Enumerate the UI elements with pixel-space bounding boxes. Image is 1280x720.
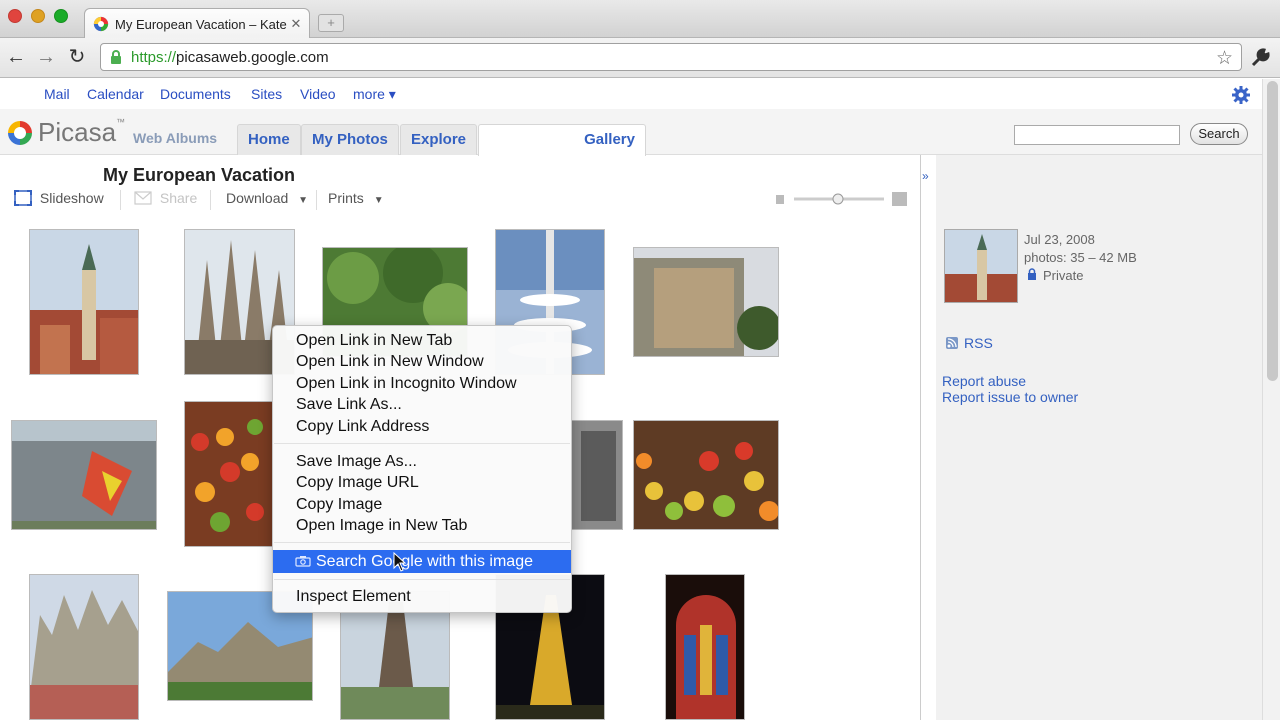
gbar-link-sites[interactable]: Sites [251, 86, 282, 102]
address-bar[interactable]: https:// picasaweb.google.com ☆ [100, 43, 1242, 71]
menu-item-copy-image-url[interactable]: Copy Image URL [273, 472, 571, 493]
photo-thumbnail[interactable] [184, 401, 274, 547]
bookmark-star-icon[interactable]: ☆ [1216, 47, 1233, 70]
prints-menu[interactable]: Prints ▼ [328, 190, 384, 206]
gbar-link-video[interactable]: Video [300, 86, 336, 102]
zoom-window-button[interactable] [54, 9, 68, 23]
album-info: Jul 23, 2008 photos: 35 – 42 MB Private [1024, 231, 1137, 285]
tab-title: My European Vacation – Kate [115, 16, 287, 32]
lock-icon [111, 50, 121, 64]
camera-icon [295, 556, 311, 567]
tab-gallery[interactable]: Gallery [478, 124, 646, 156]
chevron-down-icon: ▼ [373, 195, 384, 206]
album-photo-count: photos: 35 – 42 MB [1024, 250, 1137, 265]
photo-thumbnail[interactable] [633, 420, 779, 530]
slideshow-icon [14, 190, 32, 206]
action-divider [120, 190, 121, 210]
menu-item-search-google-image[interactable]: Search Google with this image [273, 550, 571, 573]
album-date: Jul 23, 2008 [1024, 232, 1095, 247]
photo-thumbnail[interactable] [633, 247, 779, 357]
photo-thumbnail[interactable] [665, 574, 745, 720]
menu-item-save-image-as[interactable]: Save Image As... [273, 451, 571, 472]
page-content: Mail Calendar Documents Sites Video more… [0, 79, 1262, 720]
album-privacy: Private [1024, 267, 1137, 285]
gbar-link-mail[interactable]: Mail [44, 86, 70, 102]
browser-toolbar: ← → ↻ https:// picasaweb.google.com ☆ [0, 38, 1280, 78]
menu-item-open-link-new-window[interactable]: Open Link in New Window [273, 351, 571, 372]
gbar-link-calendar[interactable]: Calendar [87, 86, 144, 102]
back-arrow-icon[interactable]: ← [4, 45, 28, 69]
slideshow-button[interactable]: Slideshow [14, 190, 104, 206]
menu-separator [274, 443, 570, 444]
picasa-pinwheel-icon [8, 120, 32, 145]
context-menu: Open Link in New Tab Open Link in New Wi… [272, 325, 572, 613]
photo-thumbnail[interactable] [29, 574, 139, 720]
picasa-favicon-icon [93, 16, 109, 32]
menu-item-open-link-incognito[interactable]: Open Link in Incognito Window [273, 373, 571, 394]
reload-icon[interactable]: ↻ [65, 45, 89, 69]
photo-thumbnail[interactable] [11, 420, 157, 530]
close-window-button[interactable] [8, 9, 22, 23]
menu-item-open-link-new-tab[interactable]: Open Link in New Tab [273, 330, 571, 351]
report-abuse-link[interactable]: Report abuse [942, 373, 1078, 389]
gbar-link-more[interactable]: more ▾ [353, 86, 396, 103]
album-title: My European Vacation [103, 165, 296, 185]
menu-separator [274, 579, 570, 580]
collapse-arrow-icon[interactable]: » [922, 169, 929, 183]
menu-item-save-link-as[interactable]: Save Link As... [273, 394, 571, 415]
url-scheme: https:// [131, 48, 177, 66]
tab-close-icon[interactable]: ✕ [287, 16, 305, 32]
url-host: picasaweb.google.com [176, 48, 329, 66]
chevron-down-icon: ▼ [298, 195, 309, 206]
album-sidebar: Jul 23, 2008 photos: 35 – 42 MB Private … [936, 155, 1262, 720]
search-input[interactable] [1014, 125, 1180, 145]
rss-icon [946, 337, 958, 349]
picasa-logo[interactable]: Picasa™ Web Albums [6, 117, 217, 148]
report-links: Report abuse Report issue to owner [942, 373, 1078, 405]
logo-text: Picasa™ [38, 117, 126, 147]
menu-item-open-image-new-tab[interactable]: Open Image in New Tab [273, 515, 571, 536]
search-button[interactable]: Search [1190, 123, 1248, 145]
logo-subtitle: Web Albums [133, 129, 218, 146]
forward-arrow-icon[interactable]: → [34, 45, 58, 69]
google-bar: Mail Calendar Documents Sites Video more… [0, 79, 1262, 109]
wrench-icon[interactable] [1250, 46, 1272, 68]
scrollbar-thumb[interactable] [1267, 81, 1278, 381]
envelope-icon [134, 191, 152, 205]
small-thumb-icon [776, 195, 784, 204]
menu-separator [274, 542, 570, 543]
menu-item-copy-link-address[interactable]: Copy Link Address [273, 416, 571, 437]
album-cover-thumbnail[interactable] [944, 229, 1018, 303]
menu-item-inspect-element[interactable]: Inspect Element [273, 586, 571, 607]
new-tab-button[interactable]: + [318, 14, 344, 32]
share-button: Share [134, 190, 197, 206]
mouse-cursor-icon [393, 552, 407, 572]
browser-titlebar: My European Vacation – Kate ✕ + [0, 0, 1280, 39]
action-divider [210, 190, 211, 210]
page-scrollbar[interactable] [1262, 79, 1280, 720]
tab-my-photos[interactable]: My Photos [301, 124, 399, 155]
report-owner-link[interactable]: Report issue to owner [942, 389, 1078, 405]
download-menu[interactable]: Download ▼ [226, 190, 308, 206]
action-divider [316, 190, 317, 210]
tab-home[interactable]: Home [237, 124, 301, 155]
thumbnail-size-slider[interactable] [776, 191, 908, 207]
lock-icon [1028, 268, 1036, 280]
sidebar-collapse-handle[interactable] [920, 155, 936, 720]
gear-icon[interactable] [1232, 86, 1250, 104]
menu-item-copy-image[interactable]: Copy Image [273, 494, 571, 515]
photo-thumbnail[interactable] [570, 420, 623, 530]
rss-link[interactable]: RSS [946, 335, 993, 351]
tab-explore[interactable]: Explore [400, 124, 478, 155]
picasa-header: Picasa™ Web Albums Home My Photos Explor… [0, 109, 1262, 156]
minimize-window-button[interactable] [31, 9, 45, 23]
photo-thumbnail[interactable] [29, 229, 139, 375]
large-thumb-icon [892, 192, 907, 206]
browser-tab[interactable]: My European Vacation – Kate ✕ [84, 8, 310, 39]
gbar-link-documents[interactable]: Documents [160, 86, 231, 102]
